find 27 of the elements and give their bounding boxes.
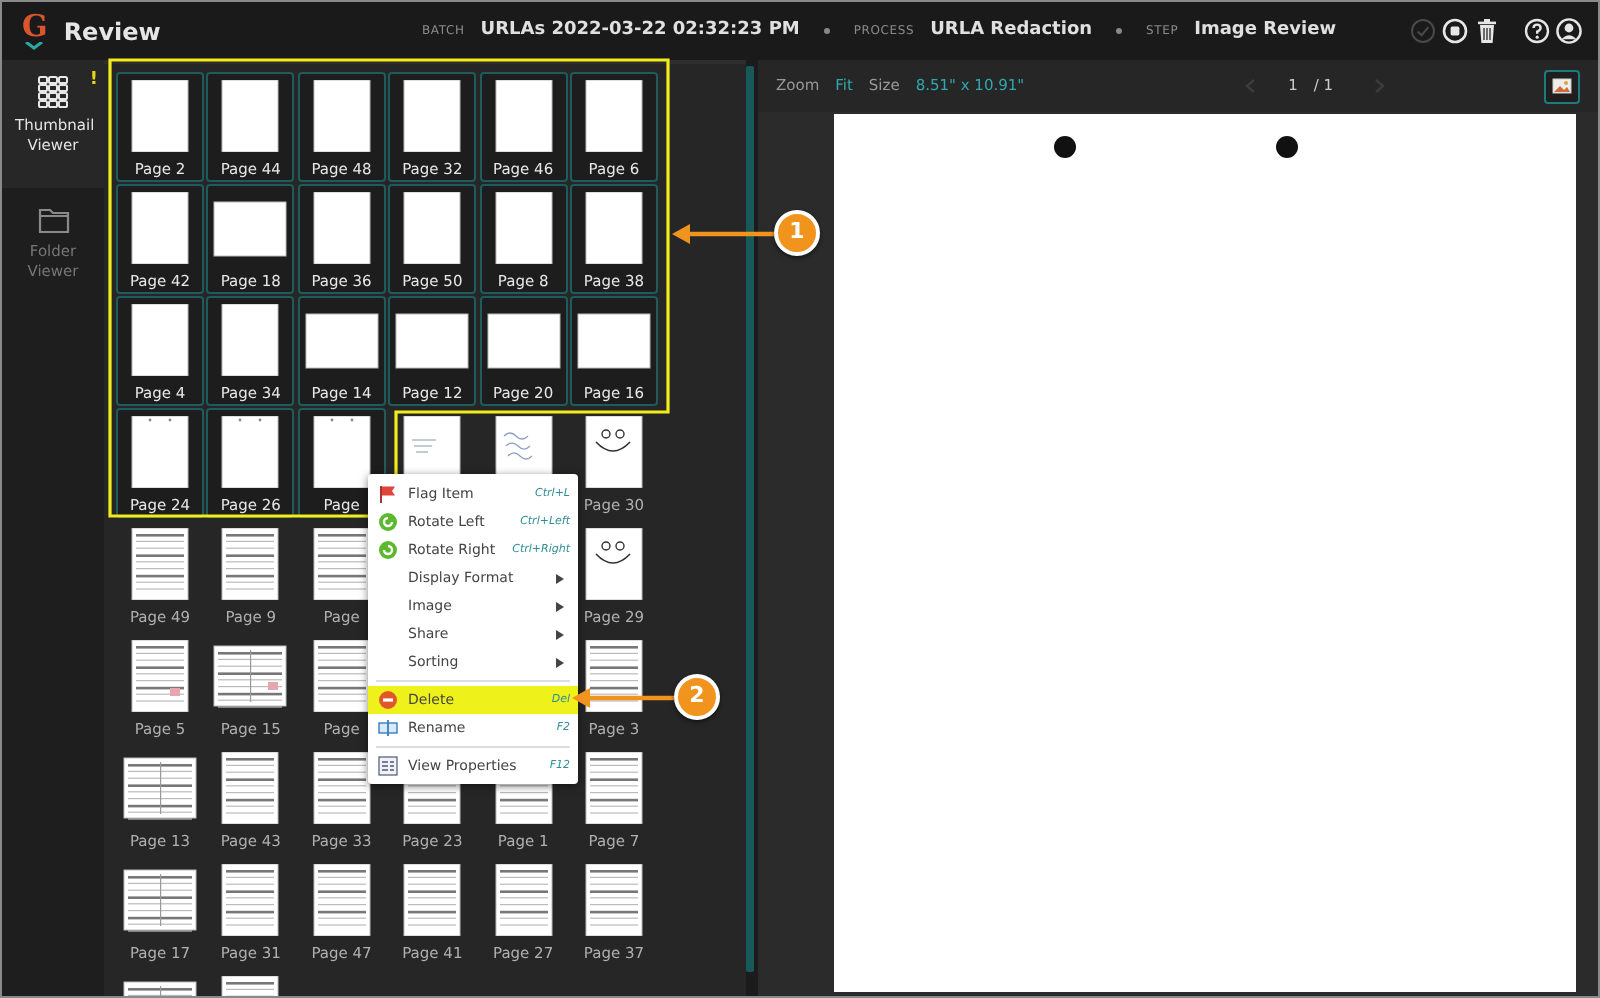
delete-icon	[378, 690, 398, 710]
trash-icon[interactable]	[1474, 18, 1500, 44]
alert-icon: !	[89, 68, 98, 93]
user-icon[interactable]	[1556, 18, 1582, 44]
grid-icon	[38, 76, 68, 108]
punch-hole	[1054, 136, 1076, 158]
separator-dot	[1116, 28, 1123, 34]
help-icon[interactable]	[1524, 18, 1550, 44]
separator-dot	[823, 28, 830, 34]
flag-icon	[378, 484, 398, 504]
logo: G	[22, 12, 48, 50]
field-value: URLA Redaction	[930, 17, 1093, 44]
rotate-right-icon	[378, 540, 398, 560]
callout-arrow	[672, 224, 774, 244]
rename-icon	[378, 718, 398, 738]
properties-icon	[378, 756, 398, 776]
stop-icon[interactable]	[1442, 18, 1468, 44]
folder-icon	[37, 204, 69, 234]
image-icon	[1552, 78, 1572, 94]
callout-arrow	[572, 688, 674, 708]
page-title: Review	[63, 15, 161, 49]
scrollbar[interactable]	[746, 66, 754, 972]
image-button[interactable]	[1544, 69, 1580, 103]
punch-hole	[1276, 136, 1298, 158]
field-value: Image Review	[1194, 17, 1337, 44]
field-value: URLAs 2022-03-22 02:32:23 PM	[480, 17, 800, 44]
rotate-left-icon	[378, 512, 398, 532]
